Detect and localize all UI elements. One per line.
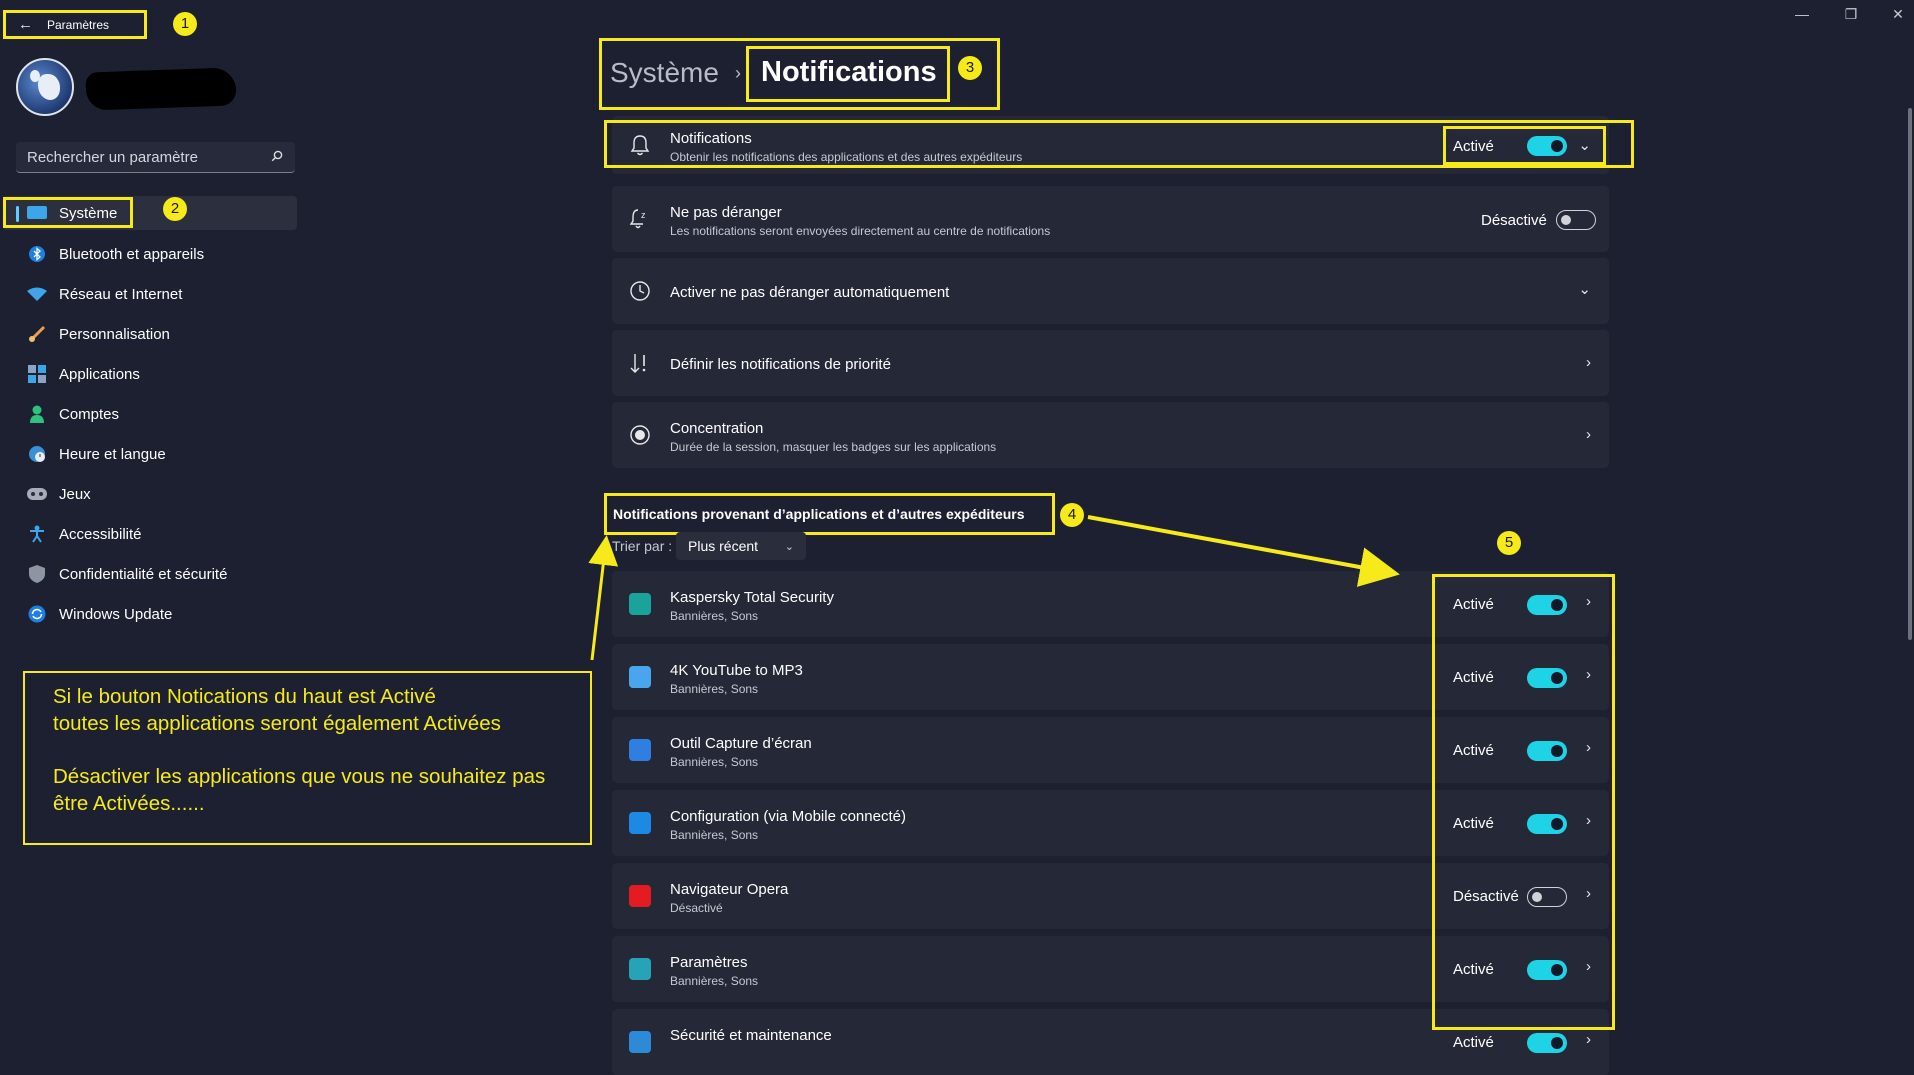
scrollbar[interactable] (1908, 108, 1912, 640)
annotation-arrows (588, 515, 1400, 661)
arrow-to-section (588, 535, 619, 661)
arrow-to-toggles (1087, 515, 1400, 587)
